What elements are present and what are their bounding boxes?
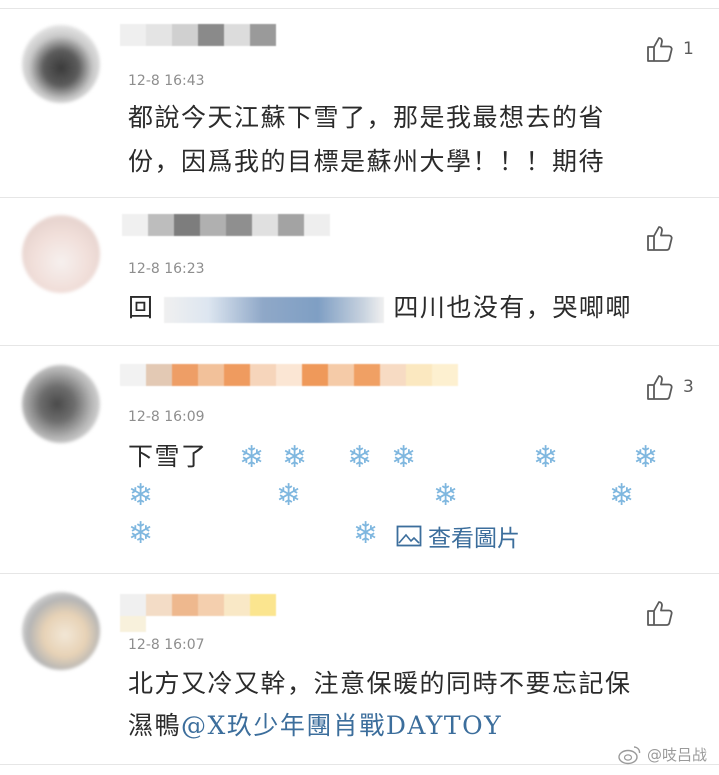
snowflake-icon: ❄ xyxy=(128,478,154,513)
divider xyxy=(0,573,719,574)
thumbs-up-icon xyxy=(647,226,673,251)
snowflake-icon: ❄ xyxy=(128,516,154,551)
avatar[interactable] xyxy=(22,215,100,293)
comment-text-line: 濕鴨@X玖少年團肖戰DAYTOY xyxy=(128,706,708,746)
like-button[interactable] xyxy=(645,598,683,628)
thumbs-up-icon xyxy=(647,37,673,62)
snowflake-icon: ❄ xyxy=(239,440,265,475)
avatar[interactable] xyxy=(22,25,100,103)
snowflake-icon: ❄ xyxy=(347,440,373,475)
avatar[interactable] xyxy=(22,592,100,670)
snowflake-icon: ❄ xyxy=(282,440,308,475)
comment-time: 12-8 16:23 xyxy=(128,261,205,277)
snowflake-icon: ❄ xyxy=(391,440,417,475)
comment-text: 都說今天江蘇下雪了，那是我最想去的省 份，因爲我的目標是蘇州大學！！！期待 xyxy=(128,98,688,182)
comment-time: 12-8 16:07 xyxy=(128,637,205,653)
snowflake-icon: ❄ xyxy=(633,440,659,475)
divider xyxy=(0,8,719,9)
like-button[interactable]: 3 xyxy=(645,372,694,402)
view-picture-label: 查看圖片 xyxy=(428,526,520,552)
reply-prefix: 回 xyxy=(128,293,155,322)
view-picture-link[interactable]: 查看圖片 xyxy=(396,519,520,553)
comment-text: 北方又冷又幹，注意保暖的同時不要忘記保 濕鴨@X玖少年團肖戰DAYTOY xyxy=(128,664,708,746)
comment-text-line: 都說今天江蘇下雪了，那是我最想去的省 xyxy=(128,103,606,132)
snowflake-icon: ❄ xyxy=(433,478,459,513)
username-blurred[interactable] xyxy=(120,364,480,402)
snowflake-icon: ❄ xyxy=(533,440,559,475)
snowflake-icon: ❄ xyxy=(353,516,379,551)
watermark-text: @吱吕战 xyxy=(646,746,707,764)
divider xyxy=(0,764,719,765)
watermark: @吱吕战 xyxy=(618,744,707,765)
like-button[interactable]: 1 xyxy=(645,34,694,64)
comment-text: 下雪了 xyxy=(128,442,208,471)
weibo-icon xyxy=(618,745,641,764)
comment-text-plain: 濕鴨 xyxy=(128,711,182,740)
reply-target-blurred[interactable] xyxy=(163,296,384,323)
avatar[interactable] xyxy=(22,365,100,443)
comment-time: 12-8 16:09 xyxy=(128,409,205,425)
thumbs-up-icon xyxy=(647,601,673,626)
like-count: 1 xyxy=(683,39,694,59)
divider xyxy=(0,197,719,198)
comment-time: 12-8 16:43 xyxy=(128,73,205,89)
username-blurred[interactable] xyxy=(120,594,300,632)
snowflake-icon: ❄ xyxy=(609,478,635,513)
username-blurred[interactable] xyxy=(122,214,332,252)
comment-text-line: 份，因爲我的目標是蘇州大學！！！期待 xyxy=(128,147,606,176)
image-icon xyxy=(396,525,422,547)
snowflake-icon: ❄ xyxy=(276,478,302,513)
comment-text: 回 四川也没有，哭唧唧 xyxy=(128,288,688,328)
divider xyxy=(0,345,719,346)
like-button[interactable] xyxy=(645,223,683,253)
mention-link[interactable]: @X玖少年團肖戰DAYTOY xyxy=(181,711,502,740)
thumbs-up-icon xyxy=(647,375,673,400)
username-blurred[interactable] xyxy=(120,24,290,62)
like-count: 3 xyxy=(683,377,694,397)
reply-text: 四川也没有，哭唧唧 xyxy=(393,293,632,322)
comment-text-line: 北方又冷又幹，注意保暖的同時不要忘記保 xyxy=(128,669,632,698)
